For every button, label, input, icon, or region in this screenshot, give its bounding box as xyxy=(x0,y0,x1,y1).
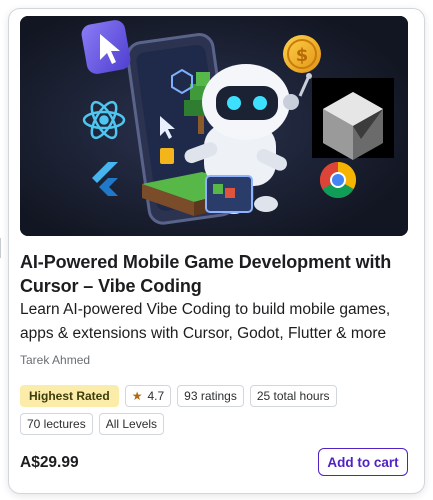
course-thumbnail[interactable]: $ xyxy=(20,16,408,236)
lectures-badge: 70 lectures xyxy=(20,413,93,435)
course-price: A$29.99 xyxy=(20,454,79,471)
level-badge: All Levels xyxy=(98,413,165,435)
svg-text:$: $ xyxy=(296,45,309,66)
highest-rated-badge: Highest Rated xyxy=(20,385,119,407)
cursor-cube-logo xyxy=(312,78,394,160)
adjacent-card-edge xyxy=(0,238,4,258)
total-hours-badge: 25 total hours xyxy=(249,385,337,407)
chrome-icon xyxy=(319,162,357,199)
cursor-app-icon xyxy=(81,20,131,74)
course-subtitle: Learn AI-powered Vibe Coding to build mo… xyxy=(20,301,391,342)
rating-badge: ★ 4.7 xyxy=(124,385,172,407)
dollar-coin-icon: $ xyxy=(283,35,321,73)
star-icon: ★ xyxy=(131,389,143,403)
course-title[interactable]: AI-Powered Mobile Game Development with … xyxy=(20,250,408,298)
course-author: Tarek Ahmed xyxy=(20,353,91,367)
tablet-illustration xyxy=(205,175,253,213)
thumbnail-illustration: $ xyxy=(20,16,408,236)
add-to-cart-button[interactable]: Add to cart xyxy=(318,448,408,476)
rating-value: 4.7 xyxy=(147,389,165,403)
ratings-count-badge: 93 ratings xyxy=(177,385,244,407)
course-badges: Highest Rated ★ 4.7 93 ratings 25 total h… xyxy=(20,385,412,435)
